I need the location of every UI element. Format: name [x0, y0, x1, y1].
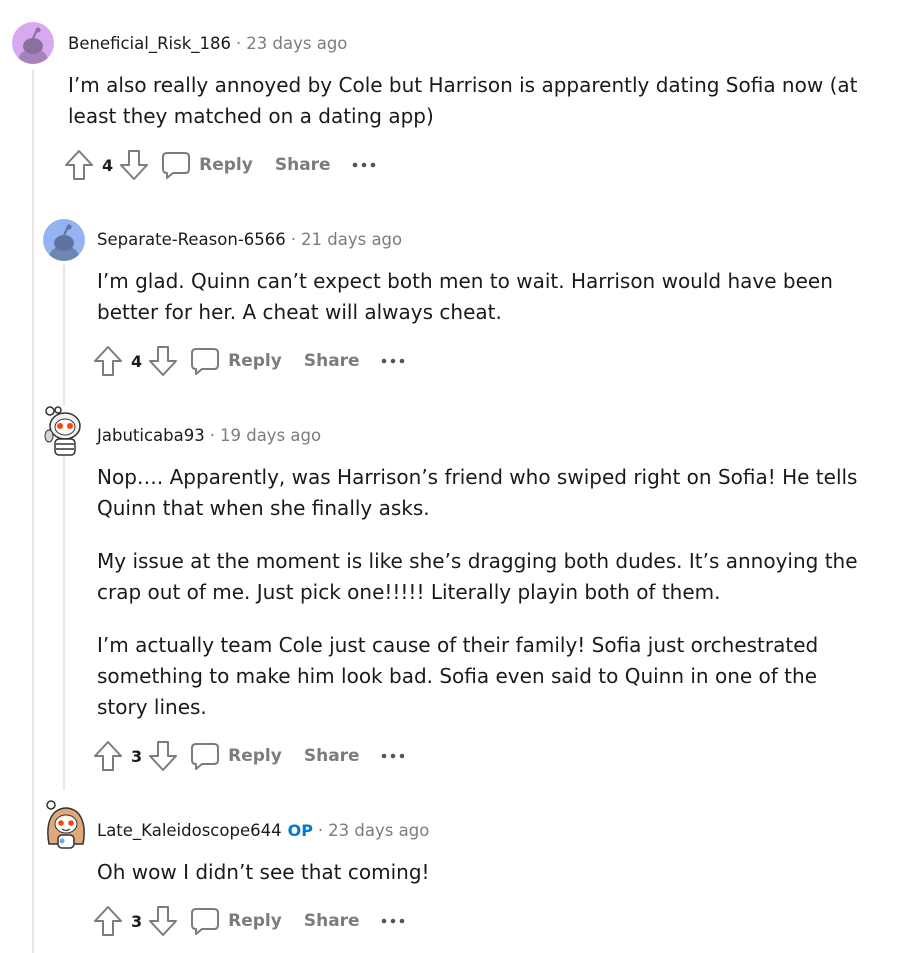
separator-dot: · [209, 426, 215, 445]
comment-paragraph: Nop…. Apparently, was Harrison’s friend … [97, 465, 858, 520]
more-options-icon[interactable] [380, 356, 406, 366]
comment-body: I’m glad. Quinn can’t expect both men to… [97, 266, 867, 328]
comment-meta: Beneficial_Risk_186 · 23 days ago [68, 34, 347, 54]
reply-button[interactable]: Reply [190, 741, 282, 771]
reply-button[interactable]: Reply [190, 346, 282, 376]
comment-bubble-icon [191, 348, 220, 375]
comment-actions: 4 Reply Share [64, 148, 377, 182]
vote-score: 4 [102, 155, 114, 175]
reply-button[interactable]: Reply [190, 906, 282, 936]
share-button[interactable]: Share [304, 911, 360, 931]
downvote-icon[interactable] [148, 345, 178, 377]
upvote-icon[interactable] [93, 905, 123, 937]
reply-label: Reply [228, 911, 282, 931]
more-options-icon[interactable] [380, 751, 406, 761]
share-button[interactable]: Share [304, 746, 360, 766]
timestamp[interactable]: 23 days ago [328, 821, 429, 840]
comment-meta: Late_Kaleidoscope644 OP · 23 days ago [97, 821, 429, 841]
downvote-icon[interactable] [148, 905, 178, 937]
upvote-icon[interactable] [64, 149, 94, 181]
avatar[interactable] [12, 22, 54, 64]
avatar[interactable] [43, 219, 85, 261]
comment-actions: 3 Reply Share [93, 739, 406, 773]
comment-paragraph: I’m also really annoyed by Cole but Harr… [68, 73, 858, 128]
snoo-avatar-icon [48, 224, 80, 261]
vote-score: 3 [131, 746, 143, 766]
comment-actions: 3 Reply Share [93, 904, 406, 938]
comment-bubble-icon [191, 743, 220, 770]
snoo-avatar-icon [17, 27, 49, 64]
avatar[interactable] [43, 800, 85, 849]
share-button[interactable]: Share [304, 351, 360, 371]
comment-meta: Jabuticaba93 · 19 days ago [97, 426, 321, 446]
comment-meta: Separate-Reason-6566 · 21 days ago [97, 230, 402, 250]
separator-dot: · [236, 34, 242, 53]
op-badge: OP [287, 821, 313, 840]
reply-button[interactable]: Reply [161, 150, 253, 180]
comment-paragraph: I’m actually team Cole just cause of the… [97, 633, 819, 719]
author-name[interactable]: Beneficial_Risk_186 [68, 34, 231, 53]
reply-label: Reply [199, 155, 253, 175]
separator-dot: · [290, 230, 297, 249]
timestamp[interactable]: 19 days ago [220, 426, 321, 445]
comment-paragraph: My issue at the moment is like she’s dra… [97, 549, 858, 604]
upvote-icon[interactable] [93, 345, 123, 377]
reply-label: Reply [228, 351, 282, 371]
comment-paragraph: I’m glad. Quinn can’t expect both men to… [97, 269, 833, 324]
vote-score: 4 [131, 351, 143, 371]
comment-paragraph: Oh wow I didn’t see that coming! [97, 860, 430, 884]
share-button[interactable]: Share [275, 155, 331, 175]
downvote-icon[interactable] [148, 740, 178, 772]
comment-body: Oh wow I didn’t see that coming! [97, 857, 872, 888]
vote-score: 3 [131, 911, 143, 931]
more-options-icon[interactable] [380, 916, 406, 926]
downvote-icon[interactable] [119, 149, 149, 181]
more-options-icon[interactable] [351, 160, 377, 170]
upvote-icon[interactable] [93, 740, 123, 772]
avatar[interactable] [43, 406, 85, 456]
snoo-astronaut-avatar-icon [44, 406, 81, 456]
comment-bubble-icon [162, 152, 191, 179]
comment-body: I’m also really annoyed by Cole but Harr… [68, 70, 868, 132]
thread-line[interactable] [63, 265, 65, 790]
timestamp[interactable]: 23 days ago [246, 34, 347, 53]
snoo-hair-avatar-icon [46, 800, 85, 849]
comment-bubble-icon [191, 908, 220, 935]
separator-dot: · [317, 821, 324, 840]
timestamp[interactable]: 21 days ago [301, 230, 402, 249]
thread-line[interactable] [32, 70, 34, 953]
comment-body: Nop…. Apparently, was Harrison’s friend … [97, 462, 872, 723]
author-name[interactable]: Separate-Reason-6566 [97, 230, 286, 249]
comment-actions: 4 Reply Share [93, 344, 406, 378]
reply-label: Reply [228, 746, 282, 766]
author-name[interactable]: Late_Kaleidoscope644 [97, 821, 282, 840]
author-name[interactable]: Jabuticaba93 [97, 426, 205, 445]
